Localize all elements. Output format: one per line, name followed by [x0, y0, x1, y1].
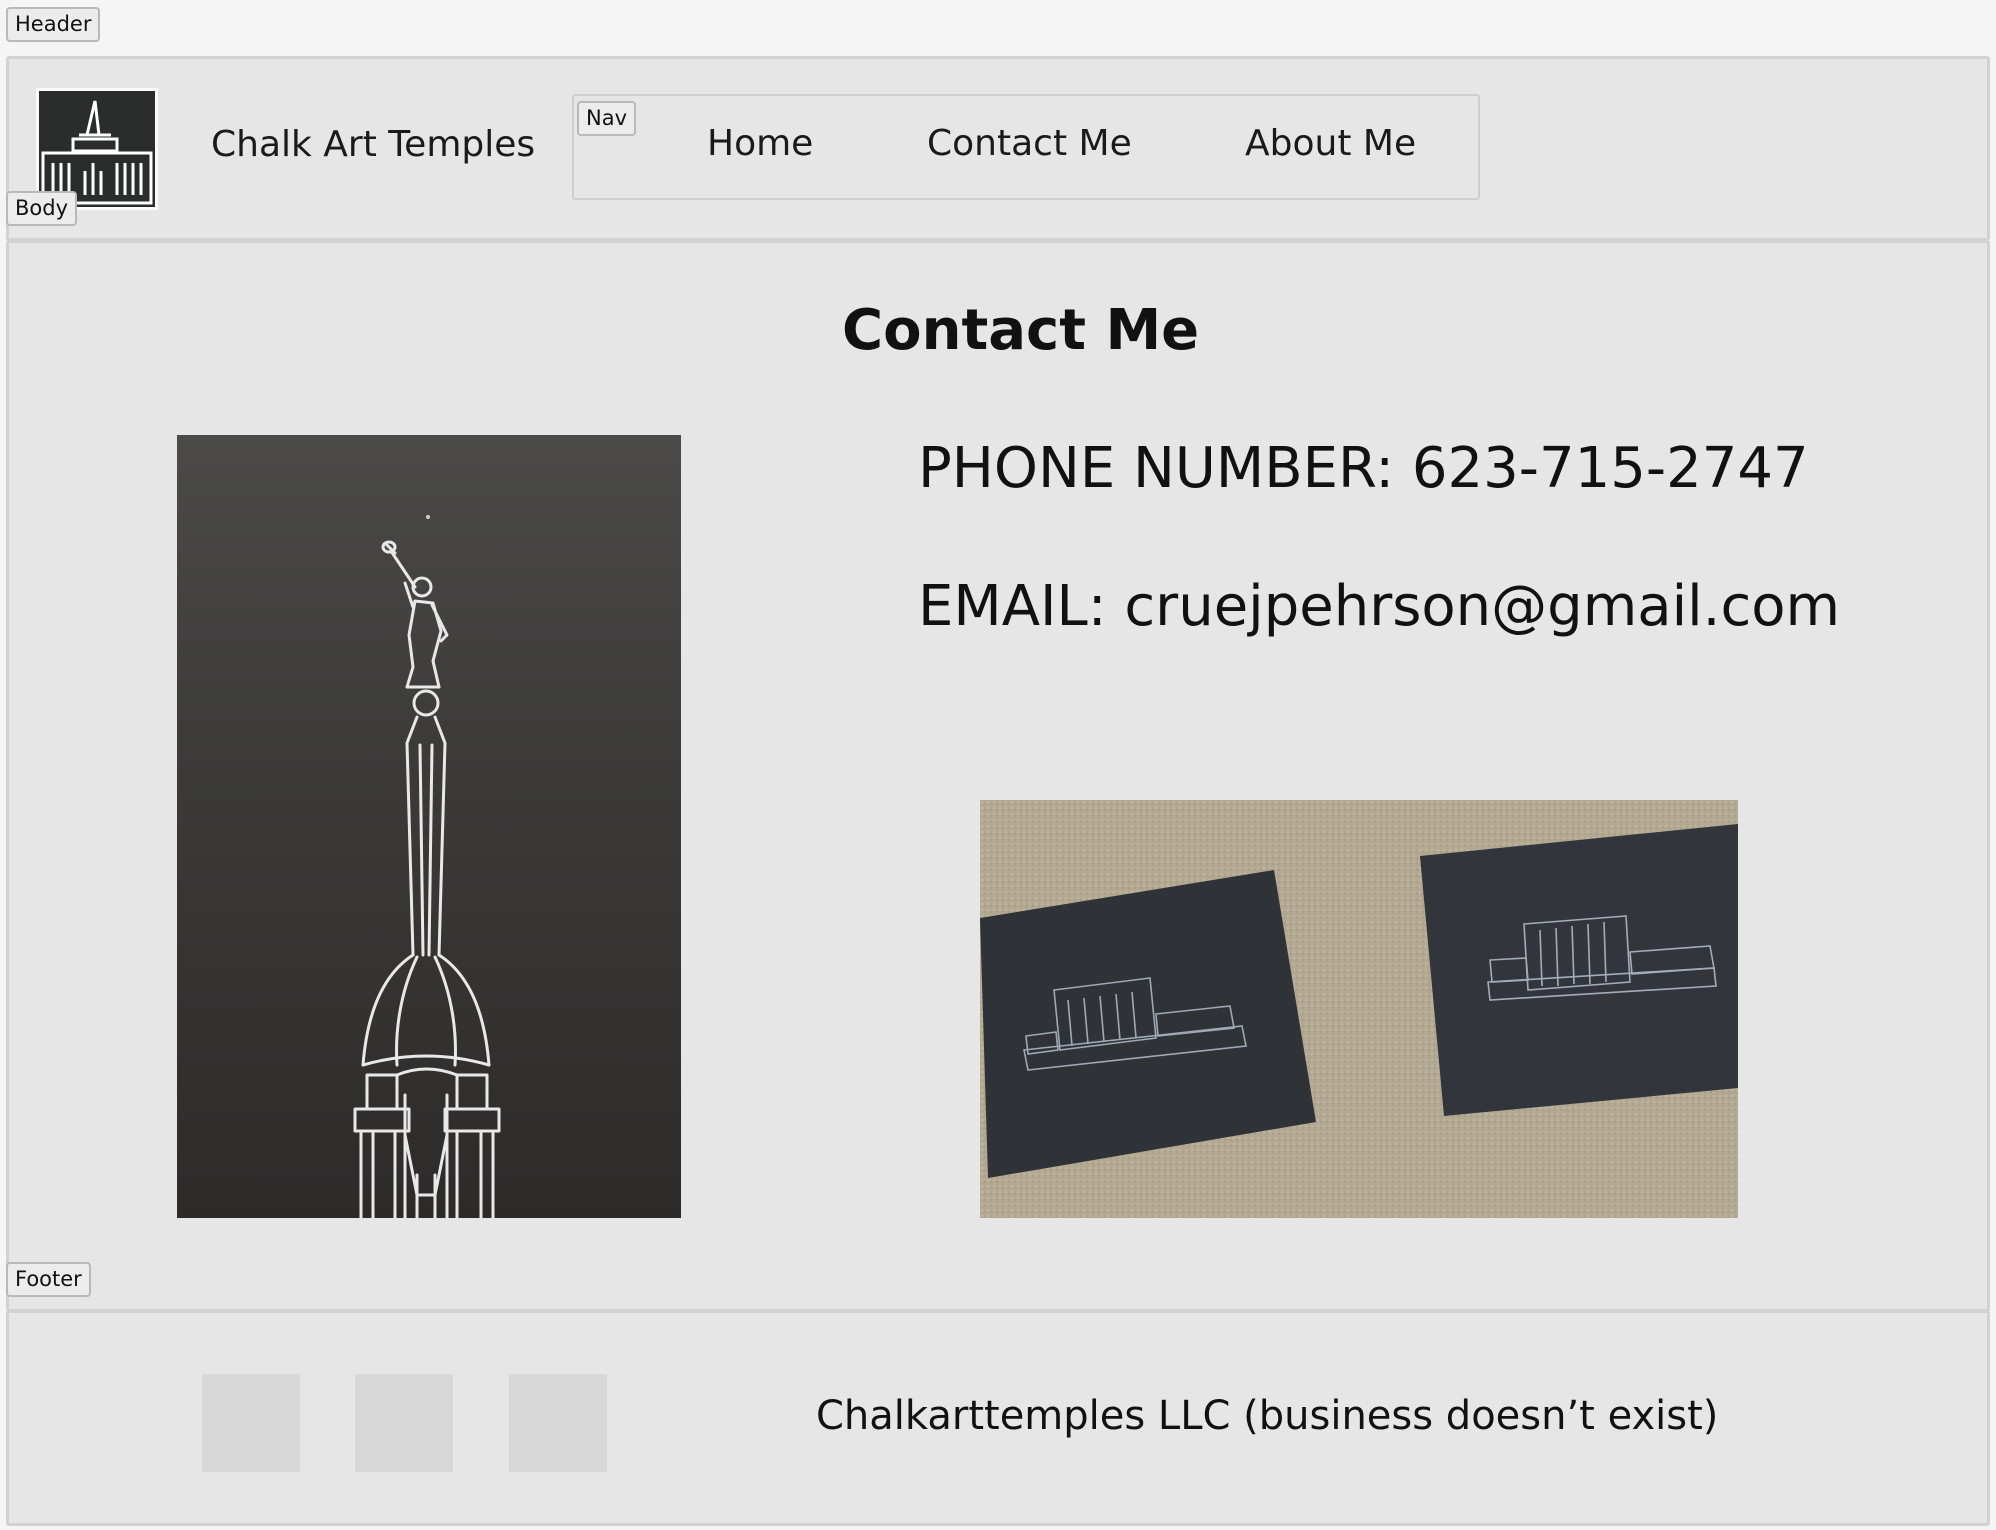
footer-copyright-text: Chalkarttemples LLC (business doesn’t ex… [816, 1393, 1719, 1439]
body-annotation-tag: Body [6, 191, 78, 227]
site-title[interactable]: Chalk Art Temples [211, 124, 535, 165]
social-link-placeholder-2[interactable] [355, 1374, 453, 1472]
footer-annotation-tag: Footer [6, 1262, 91, 1298]
page-title: Contact Me [842, 298, 1200, 363]
spire-drawing-image [177, 435, 681, 1218]
nav-link-about-me[interactable]: About Me [1245, 123, 1416, 164]
nav-link-home[interactable]: Home [707, 123, 813, 164]
nav-annotation-tag: Nav [577, 101, 637, 137]
social-link-placeholder-3[interactable] [509, 1374, 607, 1472]
social-link-placeholder-1[interactable] [202, 1374, 300, 1472]
phone-number-text: PHONE NUMBER: 623-715-2747 [918, 436, 1809, 501]
header-annotation-tag: Header [6, 7, 101, 43]
temple-icon [41, 100, 153, 205]
temple-drawings-photo [980, 800, 1738, 1218]
email-text: EMAIL: cruejpehrson@gmail.com [918, 574, 1841, 639]
nav-link-contact-me[interactable]: Contact Me [927, 123, 1132, 164]
